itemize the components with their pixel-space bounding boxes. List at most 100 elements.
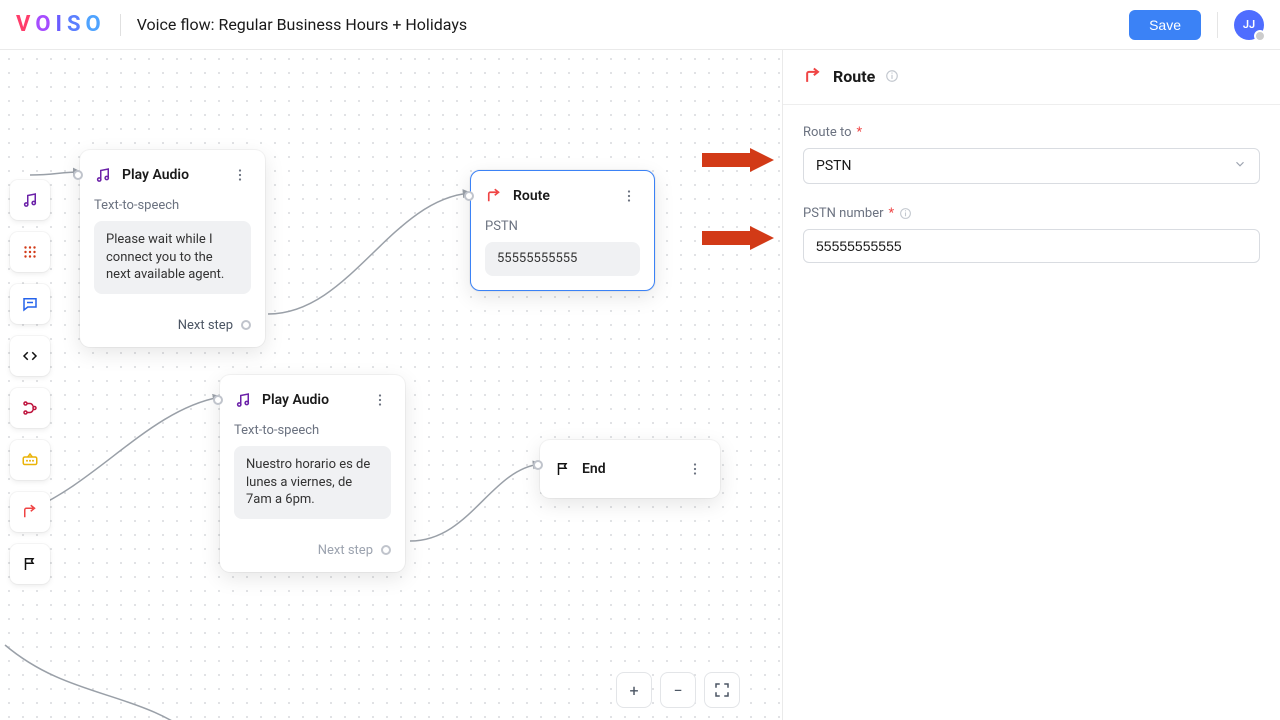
node-title: Play Audio [262,392,329,408]
tool-message[interactable] [10,284,50,324]
node-subtitle: Text-to-speech [94,198,251,213]
select-value: PSTN [816,158,852,174]
port-in[interactable] [73,170,83,180]
tool-dialpad[interactable] [10,232,50,272]
properties-panel: Route Route to * PSTN PSTN [782,50,1280,720]
label-text: Route to [803,125,852,140]
route-icon [21,503,39,521]
logo-letter: O [35,12,53,37]
route-type-label: PSTN [485,219,640,234]
plus-icon: + [629,681,638,700]
required-marker: * [857,125,863,140]
logo-letter: O [86,12,104,37]
annotation-arrow-route-to [702,148,776,172]
node-end[interactable]: End [540,440,720,498]
panel-body: Route to * PSTN PSTN number * [783,105,1280,305]
tool-route[interactable] [10,492,50,532]
logo-letter: V [16,12,33,37]
node-play-audio-1[interactable]: Play Audio Text-to-speech Please wait wh… [80,150,265,347]
port-in[interactable] [464,191,474,201]
minus-icon: − [673,681,682,700]
node-body: Text-to-speech Please wait while I conne… [80,198,265,308]
field-label: PSTN number * [803,206,1260,221]
canvas-wrap: Play Audio Text-to-speech Please wait wh… [0,50,782,720]
kebab-menu[interactable] [229,162,251,188]
annotation-arrow-pstn [702,226,776,250]
node-text: Nuestro horario es de lunes a viernes, d… [234,446,391,519]
node-header: Route [471,171,654,219]
fullscreen-icon [713,681,731,699]
kebab-icon [620,187,638,205]
next-step-label: Next step [178,318,233,333]
zoom-in-button[interactable]: + [616,672,652,708]
port-out[interactable] [241,320,251,330]
app-header: V O I S O Voice flow: Regular Business H… [0,0,1280,50]
route-to-select[interactable]: PSTN [803,148,1260,184]
kebab-icon [371,391,389,409]
node-toolbar [10,180,50,584]
fullscreen-button[interactable] [704,672,740,708]
logo-letter: I [56,12,65,37]
required-marker: * [889,206,895,221]
info-icon[interactable] [885,69,899,83]
info-icon[interactable] [899,207,912,220]
node-header: End [540,440,720,498]
tool-end[interactable] [10,544,50,584]
tool-voicemail[interactable] [10,440,50,480]
header-left: V O I S O Voice flow: Regular Business H… [16,12,467,37]
flag-icon [554,460,572,478]
port-out[interactable] [381,545,391,555]
tool-branch[interactable] [10,388,50,428]
next-step-row: Next step [220,533,405,572]
node-title: End [582,461,606,477]
node-text: Please wait while I connect you to the n… [94,221,251,294]
kebab-menu[interactable] [369,387,391,413]
node-header: Play Audio [80,150,265,198]
main: Play Audio Text-to-speech Please wait wh… [0,50,1280,720]
code-icon [21,347,39,365]
node-play-audio-2[interactable]: Play Audio Text-to-speech Nuestro horari… [220,375,405,572]
node-body: PSTN 55555555555 [471,219,654,290]
panel-title: Route [833,67,875,86]
kebab-icon [686,460,704,478]
route-value: 55555555555 [485,242,640,276]
pstn-number-input[interactable] [803,229,1260,263]
route-icon [485,187,503,205]
kebab-menu[interactable] [684,456,706,482]
voiso-logo: V O I S O [16,12,104,37]
tool-code[interactable] [10,336,50,376]
port-in[interactable] [533,460,543,470]
save-button[interactable]: Save [1129,10,1201,40]
chevron-down-icon [1233,157,1247,175]
divider [120,14,121,36]
node-header: Play Audio [220,375,405,423]
field-pstn-number: PSTN number * [803,206,1260,263]
branch-icon [21,399,39,417]
flow-canvas[interactable]: Play Audio Text-to-speech Please wait wh… [0,50,782,720]
node-route[interactable]: Route PSTN 55555555555 [470,170,655,291]
route-icon [803,66,823,86]
kebab-icon [231,166,249,184]
zoom-out-button[interactable]: − [660,672,696,708]
music-icon [234,391,252,409]
flag-icon [21,555,39,573]
message-icon [21,295,39,313]
avatar[interactable]: JJ [1234,10,1264,40]
next-step-label: Next step [318,543,373,558]
node-title: Route [513,188,550,204]
node-title: Play Audio [122,167,189,183]
page-title: Voice flow: Regular Business Hours + Hol… [137,15,467,34]
logo-letter: S [67,12,84,37]
dialpad-icon [21,243,39,261]
avatar-initials: JJ [1243,18,1255,31]
port-in[interactable] [213,395,223,405]
voicemail-icon [21,451,39,469]
tool-play-audio[interactable] [10,180,50,220]
music-icon [94,166,112,184]
kebab-menu[interactable] [618,183,640,209]
divider [1217,12,1218,38]
field-label: Route to * [803,125,1260,140]
music-icon [21,191,39,209]
field-route-to: Route to * PSTN [803,125,1260,184]
next-step-row: Next step [80,308,265,347]
